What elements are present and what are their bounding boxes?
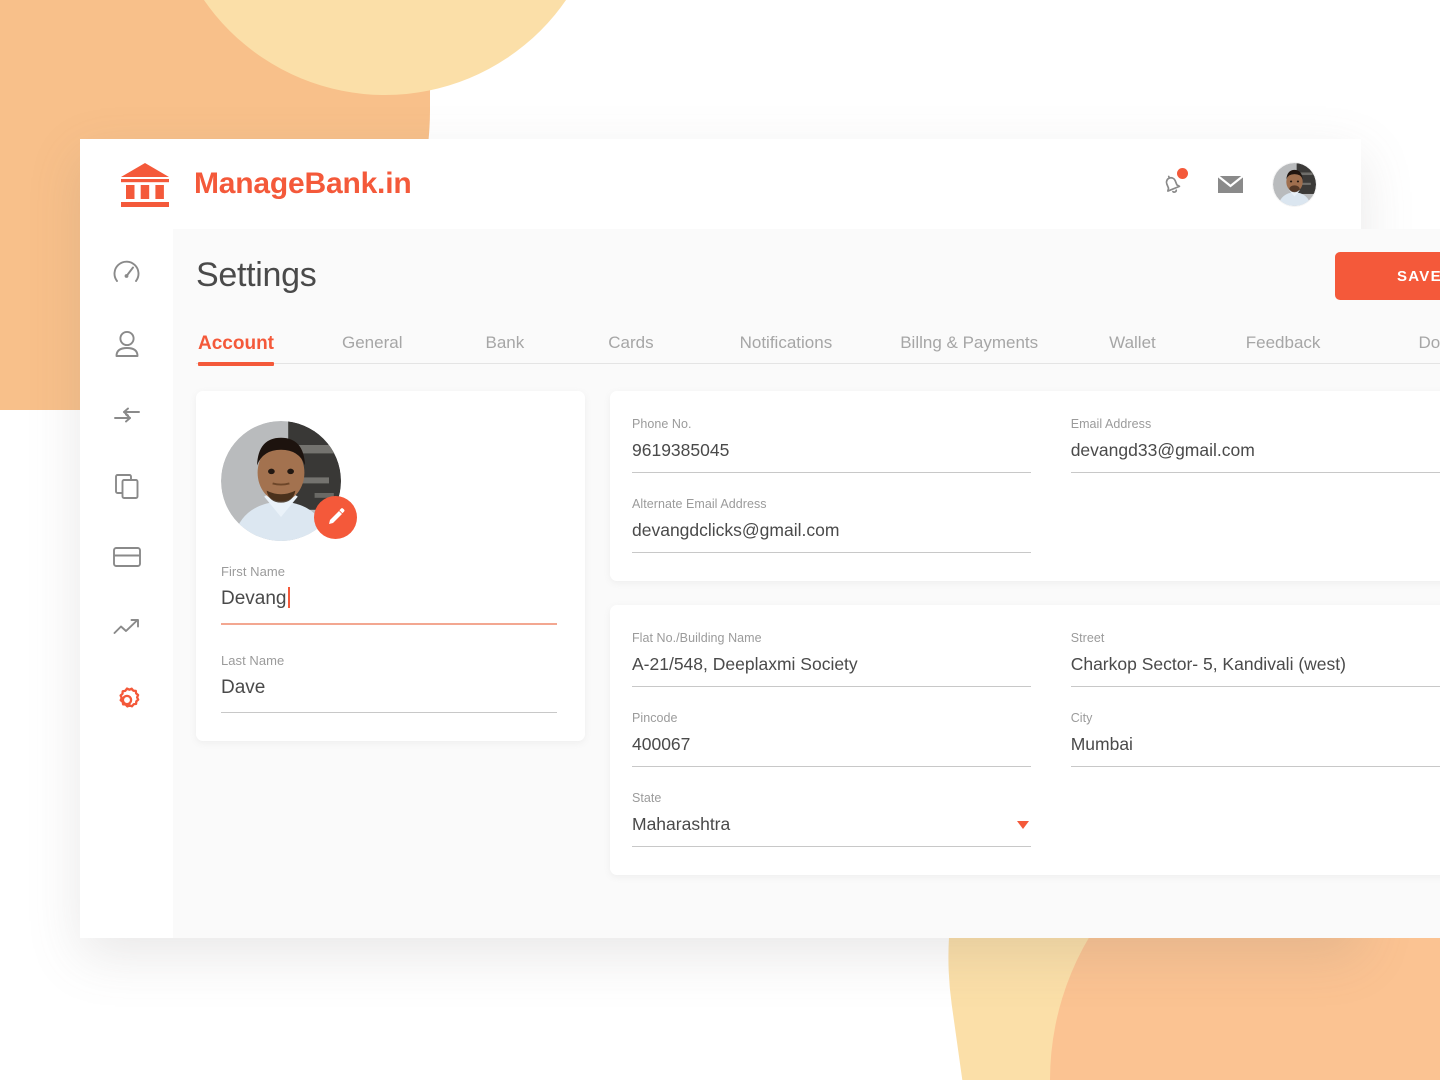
street-label: Street: [1070, 631, 1105, 645]
first-name-field[interactable]: First Name Devang: [221, 564, 557, 625]
messages-button[interactable]: [1215, 169, 1245, 199]
notifications-button[interactable]: [1157, 168, 1188, 199]
sidebar-item-analytics[interactable]: [104, 605, 150, 651]
sidebar-item-profile[interactable]: [104, 321, 150, 367]
pincode-field[interactable]: Pincode 400067: [632, 711, 1031, 767]
envelope-icon: [1216, 174, 1244, 193]
alternate-email-underline: [632, 552, 1031, 553]
right-column: Phone No. 9619385045 Email Address devan…: [610, 391, 1440, 875]
sidebar-item-cards[interactable]: [104, 534, 150, 580]
copy-documents-icon: [114, 473, 138, 499]
contact-fields: Phone No. 9619385045 Email Address devan…: [632, 417, 1440, 553]
flat-underline: [632, 686, 1031, 687]
tab-wallet[interactable]: Wallet: [1109, 333, 1156, 363]
tab-bank[interactable]: Bank: [485, 333, 524, 363]
avatar[interactable]: [1273, 162, 1316, 206]
phone-underline: [632, 472, 1031, 473]
profile-avatar-wrap: [221, 421, 357, 541]
flat-value[interactable]: A-21/548, Deeplaxmi Society: [632, 652, 1031, 677]
state-value[interactable]: Maharashtra: [632, 812, 1031, 837]
settings-panels: First Name Devang Last Name Dave Phone N…: [196, 391, 1440, 875]
email-label: Email Address: [1070, 417, 1152, 431]
street-field[interactable]: Street Charkop Sector- 5, Kandivali (wes…: [1070, 631, 1440, 687]
user-avatar: [1273, 162, 1316, 206]
brand-name: ManageBank.in: [194, 167, 412, 200]
phone-label: Phone No.: [632, 417, 692, 431]
sidebar-item-documents[interactable]: [104, 463, 150, 509]
app-body: Settings SAVE Account General Bank Cards…: [80, 229, 1440, 938]
pincode-label: Pincode: [632, 711, 678, 725]
tab-documents[interactable]: Documents: [1418, 333, 1440, 363]
profile-card: First Name Devang Last Name Dave: [196, 391, 585, 741]
phone-value[interactable]: 9619385045: [632, 438, 1031, 463]
user-profile-icon: [115, 330, 138, 357]
street-value[interactable]: Charkop Sector- 5, Kandivali (west): [1071, 652, 1440, 677]
transfer-arrows-icon: [113, 407, 140, 423]
flat-label: Flat No./Building Name: [632, 631, 762, 645]
edit-avatar-button[interactable]: [314, 496, 357, 539]
tab-feedback[interactable]: Feedback: [1246, 333, 1321, 363]
sidebar-item-transfers[interactable]: [104, 392, 150, 438]
contact-card: Phone No. 9619385045 Email Address devan…: [610, 391, 1440, 581]
top-bar-actions: [1157, 162, 1316, 206]
pincode-value[interactable]: 400067: [632, 732, 1031, 757]
alternate-email-value[interactable]: devangdclicks@gmail.com: [632, 518, 1031, 543]
content-header: Settings SAVE: [196, 250, 1440, 314]
chevron-down-icon[interactable]: [1016, 821, 1029, 829]
pincode-underline: [632, 766, 1031, 767]
tab-cards[interactable]: Cards: [608, 333, 653, 363]
top-bar: ManageBank.in: [80, 139, 1361, 229]
tab-notifications[interactable]: Notifications: [740, 333, 833, 363]
page-title: Settings: [196, 256, 317, 294]
alternate-email-field[interactable]: Alternate Email Address devangdclicks@gm…: [632, 497, 1031, 553]
notification-badge: [1177, 168, 1188, 179]
dashboard-speedometer-icon: [113, 260, 140, 282]
email-underline: [1070, 472, 1440, 473]
first-name-underline: [221, 623, 557, 625]
city-field[interactable]: City Mumbai: [1070, 711, 1440, 767]
bank-icon: [121, 163, 169, 207]
app-window: ManageBank.in Settings SAVE Account Gene…: [80, 139, 1440, 938]
first-name-value[interactable]: Devang: [221, 586, 557, 611]
address-fields: Flat No./Building Name A-21/548, Deeplax…: [632, 631, 1440, 847]
sidebar: [80, 229, 173, 938]
alternate-email-label: Alternate Email Address: [632, 497, 767, 511]
analytics-trending-icon: [113, 619, 139, 634]
content-area: Settings SAVE Account General Bank Cards…: [173, 229, 1440, 938]
tab-general[interactable]: General: [342, 333, 402, 363]
city-label: City: [1070, 711, 1093, 725]
last-name-label: Last Name: [221, 653, 285, 668]
sidebar-item-dashboard[interactable]: [104, 250, 150, 296]
city-value[interactable]: Mumbai: [1071, 732, 1440, 757]
settings-gear-icon: [118, 687, 139, 708]
state-label: State: [632, 791, 662, 805]
phone-field[interactable]: Phone No. 9619385045: [632, 417, 1031, 473]
first-name-label: First Name: [221, 564, 286, 579]
last-name-value[interactable]: Dave: [221, 675, 557, 700]
last-name-field[interactable]: Last Name Dave: [221, 653, 557, 713]
sidebar-item-settings[interactable]: [104, 676, 150, 722]
brand-logo[interactable]: ManageBank.in: [100, 160, 412, 208]
state-field[interactable]: State Maharashtra: [632, 791, 1031, 847]
city-underline: [1070, 766, 1440, 767]
email-field[interactable]: Email Address devangd33@gmail.com: [1070, 417, 1440, 473]
credit-card-icon: [112, 547, 141, 567]
tab-account[interactable]: Account: [198, 333, 274, 366]
last-name-underline: [221, 712, 557, 713]
address-card: Flat No./Building Name A-21/548, Deeplax…: [610, 605, 1440, 875]
street-underline: [1070, 686, 1440, 687]
save-button[interactable]: SAVE: [1335, 252, 1440, 300]
state-underline: [632, 846, 1031, 847]
flat-field[interactable]: Flat No./Building Name A-21/548, Deeplax…: [632, 631, 1031, 687]
email-value[interactable]: devangd33@gmail.com: [1071, 438, 1440, 463]
tab-bar: Account General Bank Cards Notifications…: [196, 325, 1440, 366]
tab-billing-payments[interactable]: Billng & Payments: [900, 333, 1038, 363]
pencil-edit-icon: [329, 508, 345, 524]
